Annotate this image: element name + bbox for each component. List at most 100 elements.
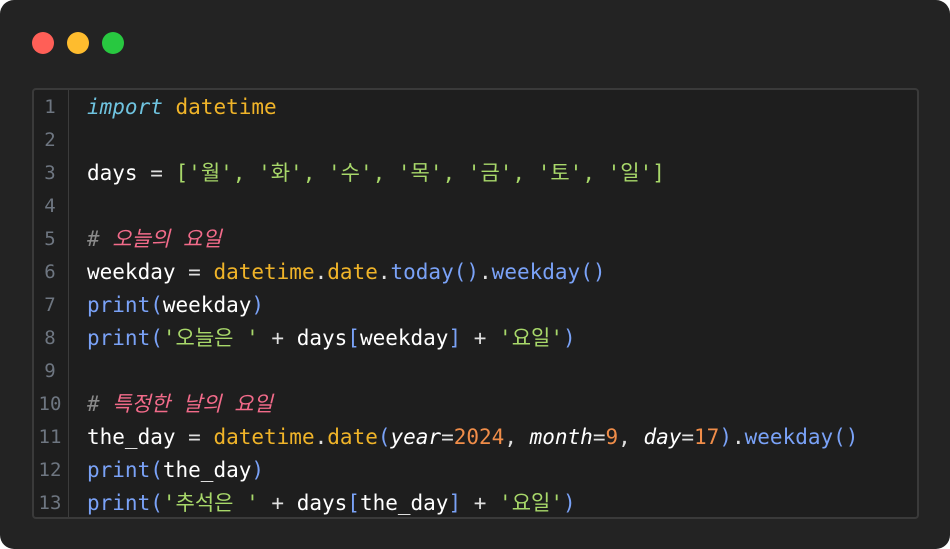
code-token: , [372, 161, 398, 185]
code-token: , [504, 425, 530, 449]
code-token: '월' [188, 161, 233, 185]
code-token: # [87, 392, 113, 416]
code-token: , [582, 161, 608, 185]
code-token: the_day [87, 425, 176, 449]
code-token: '수' [327, 161, 373, 185]
line-number: 3 [44, 162, 56, 184]
code-token: . [377, 260, 391, 284]
code-token: () [580, 260, 606, 284]
code-token: datetime [175, 95, 277, 119]
code-text: days = ['월', '화', '수', '목', '금', '토', '일… [87, 157, 665, 190]
code-token: '목' [397, 161, 443, 185]
code-token: weekday [491, 260, 581, 284]
minimize-window-button[interactable] [67, 32, 89, 54]
code-token: datetime [213, 425, 315, 449]
code-token: year [390, 425, 442, 449]
line-number: 2 [44, 129, 56, 151]
code-token: day [643, 425, 682, 449]
line-number: 5 [44, 228, 56, 250]
line-number: 12 [38, 459, 62, 481]
code-token: ] [652, 161, 665, 185]
code-token: [ [347, 491, 360, 515]
code-token: ) [562, 326, 576, 350]
code-token: + [258, 326, 297, 350]
code-token: , [302, 161, 328, 185]
code-token: , [618, 425, 644, 449]
code-token: = [441, 425, 454, 449]
code-text: # 오늘의 요일 [87, 223, 222, 256]
line-number: 1 [44, 96, 56, 118]
code-token: . [314, 425, 328, 449]
code-token: [ [175, 161, 189, 185]
code-token: date [327, 260, 378, 284]
code-token: , [442, 161, 468, 185]
code-token: '오늘은 ' [162, 326, 259, 350]
code-token: weekday [87, 260, 176, 284]
code-token: = [175, 260, 214, 284]
code-text: print(weekday) [87, 289, 264, 322]
code-token: ( [150, 293, 163, 317]
code-text: weekday = datetime.date.today().weekday(… [87, 256, 605, 289]
code-token: ( [150, 326, 163, 350]
code-token: ) [719, 425, 732, 449]
code-token: '요일' [499, 491, 563, 515]
code-text: import datetime [87, 91, 277, 124]
code-token: 오늘의 요일 [112, 227, 222, 251]
code-token: = [681, 425, 695, 449]
line-number: 13 [38, 492, 62, 514]
code-editor[interactable]: 1 import datetime 2 3 days = ['월', '화', '수',… [32, 88, 919, 519]
code-token: print [87, 491, 151, 515]
code-token: date [327, 425, 378, 449]
zoom-window-button[interactable] [102, 32, 124, 54]
code-token: print [87, 326, 151, 350]
code-token: = [137, 161, 176, 185]
line-number: 10 [38, 393, 62, 415]
code-token: . [479, 260, 492, 284]
code-token: + [461, 491, 500, 515]
code-token: weekday [744, 425, 834, 449]
line-number: 9 [44, 360, 56, 382]
code-token: ) [251, 293, 265, 317]
code-token: () [453, 260, 480, 284]
code-window: 1 import datetime 2 3 days = ['월', '화', '수',… [0, 0, 950, 549]
code-token: print [87, 293, 151, 317]
code-token: [ [347, 326, 360, 350]
code-token: the_day [359, 491, 449, 515]
code-token: ( [150, 458, 163, 482]
code-token: month [529, 425, 593, 449]
code-token: today [390, 260, 454, 284]
code-token: '토' [537, 161, 583, 185]
close-window-button[interactable] [32, 32, 54, 54]
code-text: # 특정한 날의 요일 [87, 388, 273, 421]
code-text: print('오늘은 ' + days[weekday] + '요일') [87, 322, 576, 355]
code-token: , [232, 161, 259, 185]
code-token: weekday [162, 293, 252, 317]
code-token: ] [448, 491, 462, 515]
line-number: 4 [44, 195, 56, 217]
code-token: , [512, 161, 538, 185]
code-token: weekday [359, 326, 449, 350]
code-token: '일' [607, 161, 653, 185]
code-token: . [314, 260, 328, 284]
code-token: 17 [694, 425, 720, 449]
code-token: . [731, 425, 745, 449]
code-token: ) [251, 458, 265, 482]
code-token: '화' [258, 161, 303, 185]
line-number: 8 [44, 327, 56, 349]
code-token: print [87, 458, 151, 482]
line-number: 6 [44, 261, 56, 283]
code-token: '추석은 ' [162, 491, 259, 515]
code-token: = [175, 425, 214, 449]
code-token: days [87, 161, 138, 185]
code-token: ) [562, 491, 576, 515]
code-token: # [87, 227, 113, 251]
code-token: ( [150, 491, 163, 515]
code-token: 특정한 날의 요일 [112, 392, 273, 416]
code-token: ( [377, 425, 391, 449]
code-token: 2024 [453, 425, 505, 449]
code-token: 9 [605, 425, 619, 449]
code-text: print(the_day) [87, 454, 264, 487]
code-token: ] [448, 326, 462, 350]
code-token: days [296, 491, 348, 515]
